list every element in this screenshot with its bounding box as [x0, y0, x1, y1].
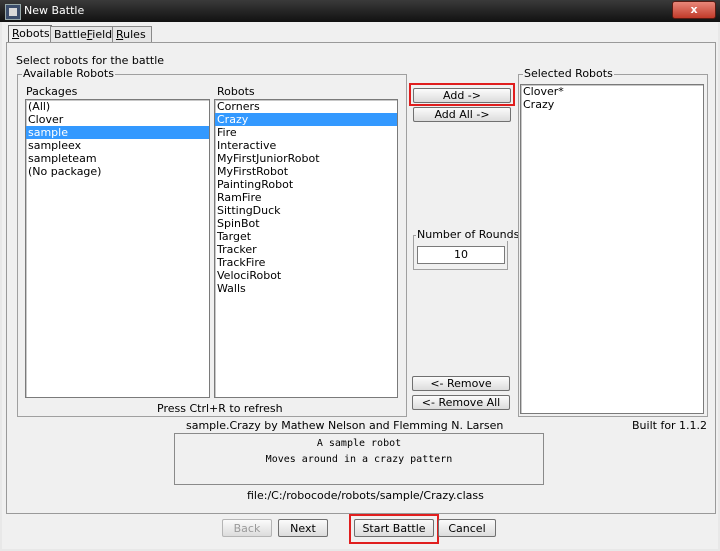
robot-list-item[interactable]: Corners: [215, 100, 397, 113]
selected-robot-item[interactable]: Clover*: [521, 85, 703, 98]
robot-list-item[interactable]: TrackFire: [215, 256, 397, 269]
robot-list-item[interactable]: Fire: [215, 126, 397, 139]
tab-rules[interactable]: Rules: [112, 26, 152, 42]
robot-list-item[interactable]: Crazy: [215, 113, 397, 126]
remove-all-button[interactable]: <- Remove All: [412, 395, 510, 410]
package-list-item[interactable]: sampleex: [26, 139, 209, 152]
package-list-item[interactable]: Clover: [26, 113, 209, 126]
robot-list-item[interactable]: PaintingRobot: [215, 178, 397, 191]
tab-robots[interactable]: Robots: [8, 25, 52, 43]
rounds-label: Number of Rounds: [416, 228, 521, 241]
next-button[interactable]: Next: [278, 519, 328, 537]
cancel-button[interactable]: Cancel: [438, 519, 496, 537]
robot-description-box: A sample robot Moves around in a crazy p…: [174, 433, 544, 485]
close-button[interactable]: x: [672, 1, 716, 19]
built-for-text: Built for 1.1.2: [632, 419, 708, 432]
new-battle-window: New Battle x Robots BattleField Rules Se…: [0, 0, 720, 551]
selected-robots-group: Selected Robots Clover* Crazy: [518, 67, 708, 417]
robot-list-item[interactable]: Walls: [215, 282, 397, 295]
robot-list-item[interactable]: SittingDuck: [215, 204, 397, 217]
add-all-button[interactable]: Add All ->: [413, 107, 511, 122]
robot-file-path: file:/C:/robocode/robots/sample/Crazy.cl…: [247, 489, 484, 502]
robot-list-item[interactable]: Interactive: [215, 139, 397, 152]
app-icon: [5, 4, 21, 20]
add-button-highlight: [409, 83, 515, 106]
rounds-input[interactable]: 10: [417, 246, 505, 264]
robot-author-text: sample.Crazy by Mathew Nelson and Flemmi…: [186, 419, 504, 432]
tab-rules-label: ules: [123, 28, 146, 41]
package-list-item[interactable]: (All): [26, 100, 209, 113]
packages-header: Packages: [26, 85, 78, 98]
tab-battlefield-label-pre: Battle: [54, 28, 87, 41]
package-list-item[interactable]: sampleteam: [26, 152, 209, 165]
packages-list[interactable]: (All) Clover sample sampleex sampleteam (No p…: [25, 99, 210, 398]
robots-list[interactable]: Corners Crazy Fire Interactive MyFirstJunior…: [214, 99, 398, 398]
selected-robot-item[interactable]: Crazy: [521, 98, 703, 111]
available-robots-title: Available Robots: [22, 67, 115, 80]
tab-robots-label: obots: [19, 27, 50, 40]
robot-list-item[interactable]: Target: [215, 230, 397, 243]
robot-list-item[interactable]: Tracker: [215, 243, 397, 256]
tab-battlefield-label: ield: [92, 28, 113, 41]
selected-robots-list[interactable]: Clover* Crazy: [520, 84, 704, 414]
robot-list-item[interactable]: MyFirstJuniorRobot: [215, 152, 397, 165]
robots-tab-panel: Select robots for the battle Available R…: [6, 42, 716, 514]
instructions-text: Select robots for the battle: [16, 54, 165, 67]
robot-list-item[interactable]: RamFire: [215, 191, 397, 204]
robot-list-item[interactable]: MyFirstRobot: [215, 165, 397, 178]
tab-battlefield[interactable]: BattleField: [50, 26, 115, 42]
description-line-2: Moves around in a crazy pattern: [265, 454, 453, 465]
dialog-body: Robots BattleField Rules Select robots f…: [2, 22, 718, 549]
selected-robots-title: Selected Robots: [523, 67, 614, 80]
robot-list-item[interactable]: SpinBot: [215, 217, 397, 230]
refresh-hint: Press Ctrl+R to refresh: [157, 402, 283, 415]
robots-header: Robots: [217, 85, 255, 98]
window-title: New Battle: [24, 4, 85, 17]
package-list-item[interactable]: sample: [26, 126, 209, 139]
robot-list-item[interactable]: VelociRobot: [215, 269, 397, 282]
start-battle-highlight: [349, 514, 439, 544]
back-button[interactable]: Back: [222, 519, 272, 537]
description-line-1: A sample robot: [316, 438, 402, 449]
title-bar[interactable]: New Battle x: [0, 0, 720, 22]
rounds-group: Number of Rounds 10: [413, 228, 521, 270]
package-list-item[interactable]: (No package): [26, 165, 209, 178]
remove-button[interactable]: <- Remove: [412, 376, 510, 391]
available-robots-group: Available Robots Packages Robots (All) Cl…: [17, 67, 407, 417]
